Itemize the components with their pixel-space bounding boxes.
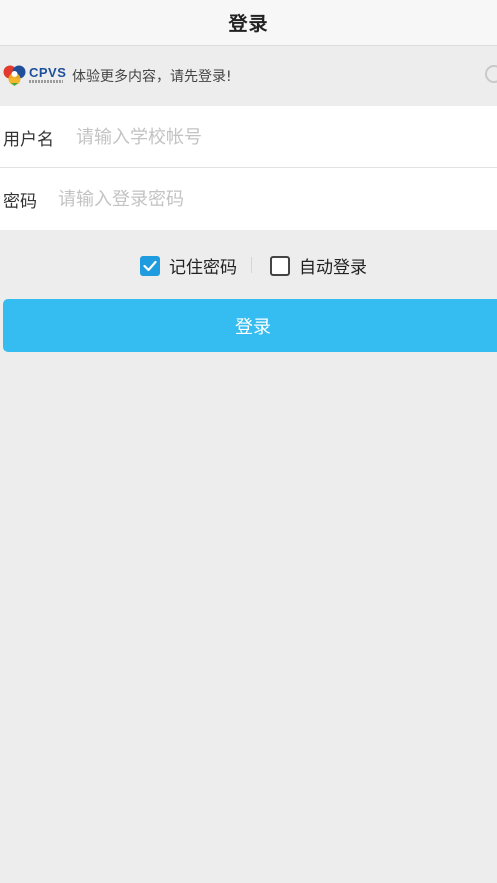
logo-text: CPVS — [29, 65, 67, 80]
login-button[interactable]: 登录 — [3, 299, 497, 352]
logo-subtitle — [29, 80, 63, 83]
options-separator — [251, 257, 252, 273]
auto-login-checkbox[interactable] — [270, 255, 290, 276]
password-label: 密码 — [3, 191, 37, 212]
username-label: 用户名 — [3, 129, 54, 150]
title-bar: 登录 — [0, 0, 497, 46]
cpvs-logo-icon — [3, 65, 26, 86]
refresh-icon[interactable] — [485, 65, 497, 83]
auto-login-option[interactable]: 自动登录 — [270, 253, 367, 278]
username-input[interactable] — [76, 117, 476, 157]
banner-message: 体验更多内容，请先登录! — [72, 69, 232, 85]
page-title: 登录 — [228, 13, 269, 35]
check-icon — [143, 260, 157, 271]
login-prompt-banner: CPVS 体验更多内容，请先登录! — [0, 47, 497, 105]
remember-password-option[interactable]: 记住密码 — [140, 253, 237, 278]
password-input[interactable] — [58, 179, 478, 219]
cpvs-logo: CPVS — [2, 65, 67, 89]
remember-password-label: 记住密码 — [169, 258, 237, 278]
login-options: 记住密码 自动登录 — [0, 244, 497, 284]
remember-password-checkbox[interactable] — [140, 255, 160, 276]
password-row: 密码 — [0, 168, 497, 230]
login-form: 用户名 密码 — [0, 106, 497, 230]
auto-login-label: 自动登录 — [299, 258, 367, 278]
username-row: 用户名 — [0, 106, 497, 168]
